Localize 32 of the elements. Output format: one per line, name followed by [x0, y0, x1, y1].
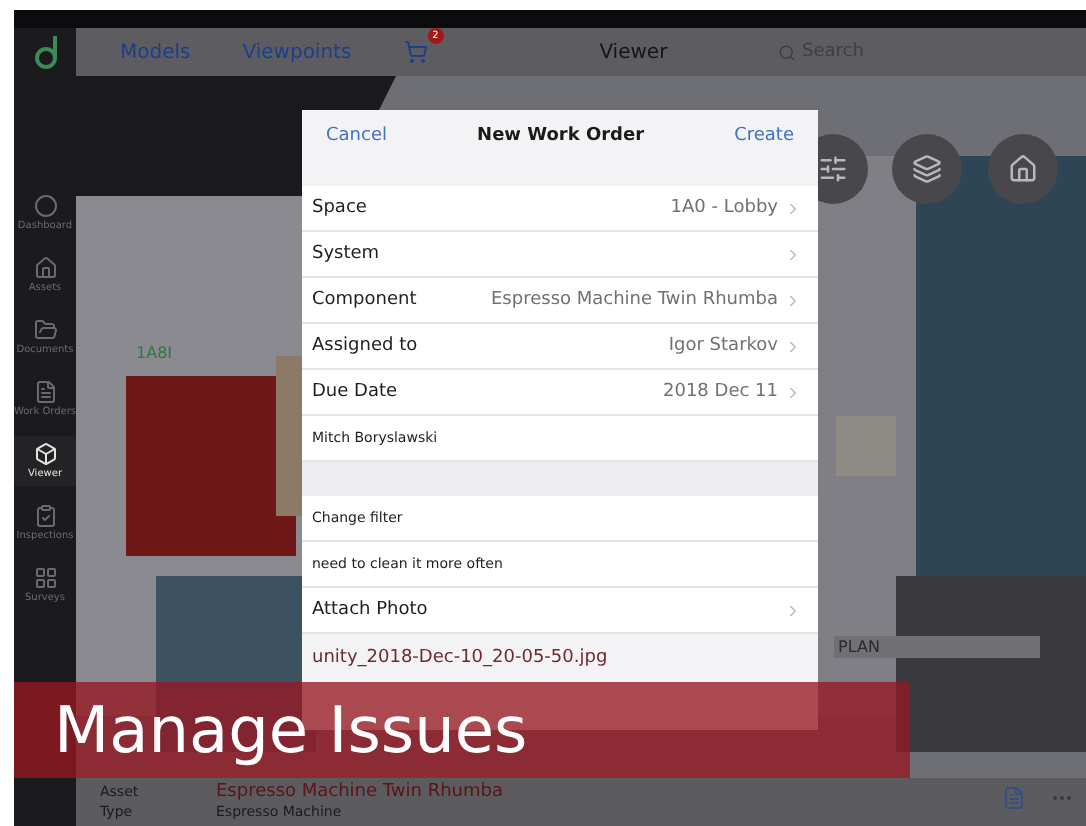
layers-button[interactable] — [892, 134, 962, 204]
sliders-icon — [818, 154, 848, 184]
create-button[interactable]: Create — [734, 125, 794, 145]
circle-icon — [33, 194, 57, 218]
scene-label: 1A8I — [136, 344, 173, 362]
chevron-icon — [784, 245, 802, 263]
form-row[interactable]: Component Espresso Machine Twin Rhumba — [302, 278, 818, 324]
chevron-icon — [784, 383, 802, 401]
dialog-title: New Work Order — [477, 125, 645, 145]
layers-icon — [912, 154, 942, 184]
form-row[interactable]: Space 1A0 - Lobby — [302, 186, 818, 232]
scene-label: PLAN — [834, 636, 1040, 658]
search-icon — [778, 43, 796, 61]
cube-icon — [33, 442, 57, 466]
chevron-icon — [784, 337, 802, 355]
cancel-button[interactable]: Cancel — [326, 125, 387, 145]
attachment-name[interactable]: unity_2018-Dec-10_20-05-50.jpg — [302, 634, 818, 680]
grid-icon — [33, 566, 57, 590]
folder-icon — [33, 318, 57, 342]
home-button[interactable] — [988, 134, 1058, 204]
form-row[interactable]: Attach Photo — [302, 588, 818, 634]
clipboard-icon — [33, 504, 57, 528]
document-icon — [33, 380, 57, 404]
form-row[interactable]: System — [302, 232, 818, 278]
house-icon — [33, 256, 57, 280]
page-title: Viewer — [599, 41, 668, 63]
home-icon — [1008, 154, 1038, 184]
form-row[interactable]: Due Date 2018 Dec 11 — [302, 370, 818, 416]
form-row[interactable]: Assigned to Igor Starkov — [302, 324, 818, 370]
chevron-icon — [784, 291, 802, 309]
field-value: Espresso Machine Twin Rhumba — [216, 782, 503, 805]
chevron-icon — [784, 199, 802, 217]
